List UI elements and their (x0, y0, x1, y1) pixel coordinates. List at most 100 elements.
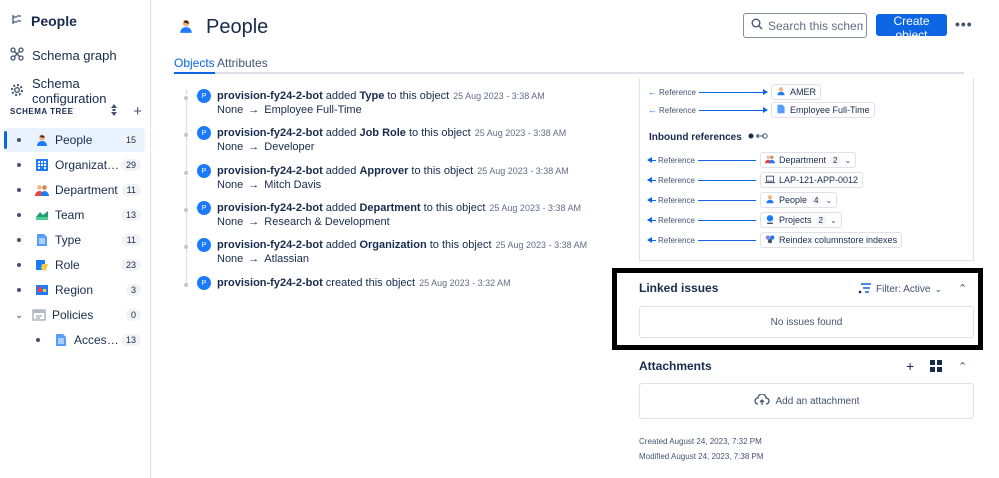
create-object-button[interactable]: Create object (876, 14, 947, 42)
activity-summary: provision-fy24-2-bot added Approver to t… (217, 165, 569, 177)
reference-connector (698, 179, 756, 181)
collapse-linked-issues-button[interactable]: ⌃ (958, 282, 967, 295)
activity-actor[interactable]: provision-fy24-2-bot (217, 277, 323, 289)
tree-item-name: Role (55, 258, 80, 272)
chevron-down-icon[interactable]: ⌄ (825, 196, 832, 205)
avatar[interactable]: P (197, 276, 211, 290)
reference-label: Reference (658, 155, 695, 165)
tree-item-name: Department (55, 183, 118, 197)
team-icon (35, 208, 49, 222)
arrow-right-icon: → (248, 104, 260, 116)
grid-view-icon[interactable] (930, 360, 942, 375)
schema-tree-label: SCHEMA TREE (10, 107, 74, 116)
tree-item-count: 13 (120, 334, 141, 346)
activity-actor[interactable]: provision-fy24-2-bot (217, 239, 323, 251)
tree-item-policies[interactable]: ⌄ Policies 0 (4, 303, 145, 327)
more-actions-button[interactable]: ••• (955, 16, 973, 32)
tree-item-department[interactable]: Department 11 (4, 178, 145, 202)
avatar[interactable]: P (197, 201, 211, 215)
tree-item-name: Organization (55, 158, 121, 172)
reference-count: 2 (830, 155, 841, 165)
filter-icon (858, 282, 872, 297)
reference-count: 2 (815, 215, 826, 225)
activity-actor[interactable]: provision-fy24-2-bot (217, 90, 323, 102)
tree-item-name: Region (55, 283, 94, 297)
reference-connector (698, 219, 756, 221)
sidebar-link-schema-graph[interactable]: Schema graph (10, 47, 117, 64)
activity-change: None → Developer (217, 141, 315, 153)
inbound-reference-row: Reference Department 2 ⌄ (647, 152, 857, 168)
tree-item-type[interactable]: Type 11 (4, 228, 145, 252)
reference-connector (698, 159, 756, 161)
reference-chip-employee-full-time[interactable]: Employee Full-Time (771, 102, 875, 118)
sidebar-header[interactable]: People (11, 13, 77, 29)
schema-tree-header: SCHEMA TREE + (10, 104, 142, 119)
inbound-references-label: Inbound references (649, 132, 742, 143)
add-attachment-dropzone[interactable]: Add an attachment (639, 383, 974, 419)
reference-chip-people[interactable]: People 4 ⌄ (760, 192, 838, 208)
add-object-type-icon[interactable]: + (133, 104, 142, 119)
reference-connector (647, 156, 656, 163)
bullet-icon (17, 263, 21, 267)
sidebar-link-label: Schema graph (32, 48, 117, 63)
reference-target: LAP-121-APP-0012 (779, 175, 859, 185)
reference-target: Projects (779, 215, 812, 225)
tab-objects[interactable]: Objects (174, 56, 215, 74)
add-attachment-icon[interactable]: + (906, 358, 914, 374)
reference-chip-projects[interactable]: Projects 2 ⌄ (760, 212, 842, 228)
bullet-icon (17, 188, 21, 192)
avatar[interactable]: P (197, 238, 211, 252)
chevron-down-icon[interactable]: ⌄ (844, 156, 851, 165)
avatar[interactable]: P (197, 164, 211, 178)
activity-actor[interactable]: provision-fy24-2-bot (217, 202, 323, 214)
reference-connector (647, 216, 656, 223)
reference-chip-reindex[interactable]: Reindex columnstore indexes (760, 232, 903, 248)
activity-summary: provision-fy24-2-bot added Department to… (217, 202, 581, 214)
reorder-icon[interactable] (110, 104, 118, 119)
tab-attributes[interactable]: Attributes (217, 56, 268, 70)
reference-chip-amer[interactable]: AMER (771, 84, 822, 100)
schema-tree-icon (11, 14, 23, 29)
sidebar-link-schema-configuration[interactable]: Schema configuration (10, 76, 150, 106)
outbound-reference-row: ← Reference AMER (648, 84, 822, 100)
avatar[interactable]: P (197, 89, 211, 103)
tree-item-people[interactable]: People 15 (4, 128, 145, 152)
reference-target: AMER (790, 87, 817, 97)
activity-time: 25 Aug 2023 - 3:38 AM (474, 128, 567, 138)
tree-item-region[interactable]: Region 3 (4, 278, 145, 302)
chevron-down-icon[interactable]: ⌄ (830, 216, 837, 225)
group-icon (765, 154, 775, 166)
activity-time: 25 Aug 2023 - 3:38 AM (495, 240, 588, 250)
activity-actor[interactable]: provision-fy24-2-bot (217, 165, 323, 177)
tree-item-role[interactable]: Role 23 (4, 253, 145, 277)
search-input[interactable] (768, 18, 863, 33)
task-icon (765, 234, 775, 246)
bullet-icon (17, 288, 21, 292)
activity-change: None → Atlassian (217, 253, 309, 265)
document-icon (776, 104, 786, 116)
tree-item-access-policies[interactable]: Access P... 13 (23, 328, 145, 352)
reference-connector (699, 106, 768, 113)
collapse-attachments-button[interactable]: ⌃ (958, 360, 967, 373)
reference-chip-department[interactable]: Department 2 ⌄ (760, 152, 857, 168)
reference-target: People (779, 195, 808, 205)
reference-target: Reindex columnstore indexes (779, 235, 898, 245)
timeline-dot (184, 208, 188, 212)
reference-count: 4 (811, 195, 822, 205)
reference-label: Reference (658, 215, 695, 225)
search-field[interactable] (743, 13, 867, 38)
tree-item-organization[interactable]: Organization 29 (4, 153, 145, 177)
group-icon (35, 183, 49, 197)
activity-attribute: Job Role (359, 127, 406, 139)
inbound-reference-row: Reference Reindex columnstore indexes (647, 232, 903, 248)
activity-attribute: Type (359, 90, 385, 102)
tree-item-name: Access P... (74, 333, 121, 347)
avatar[interactable]: P (197, 126, 211, 140)
timeline-dot (184, 171, 188, 175)
reference-chip-laptop[interactable]: LAP-121-APP-0012 (760, 172, 864, 188)
tree-item-team[interactable]: Team 13 (4, 203, 145, 227)
activity-actor[interactable]: provision-fy24-2-bot (217, 127, 323, 139)
chevron-down-icon[interactable]: ⌄ (15, 310, 23, 321)
reference-connector (647, 196, 656, 203)
filter-dropdown[interactable]: Filter: Active ⌄ (858, 282, 942, 297)
